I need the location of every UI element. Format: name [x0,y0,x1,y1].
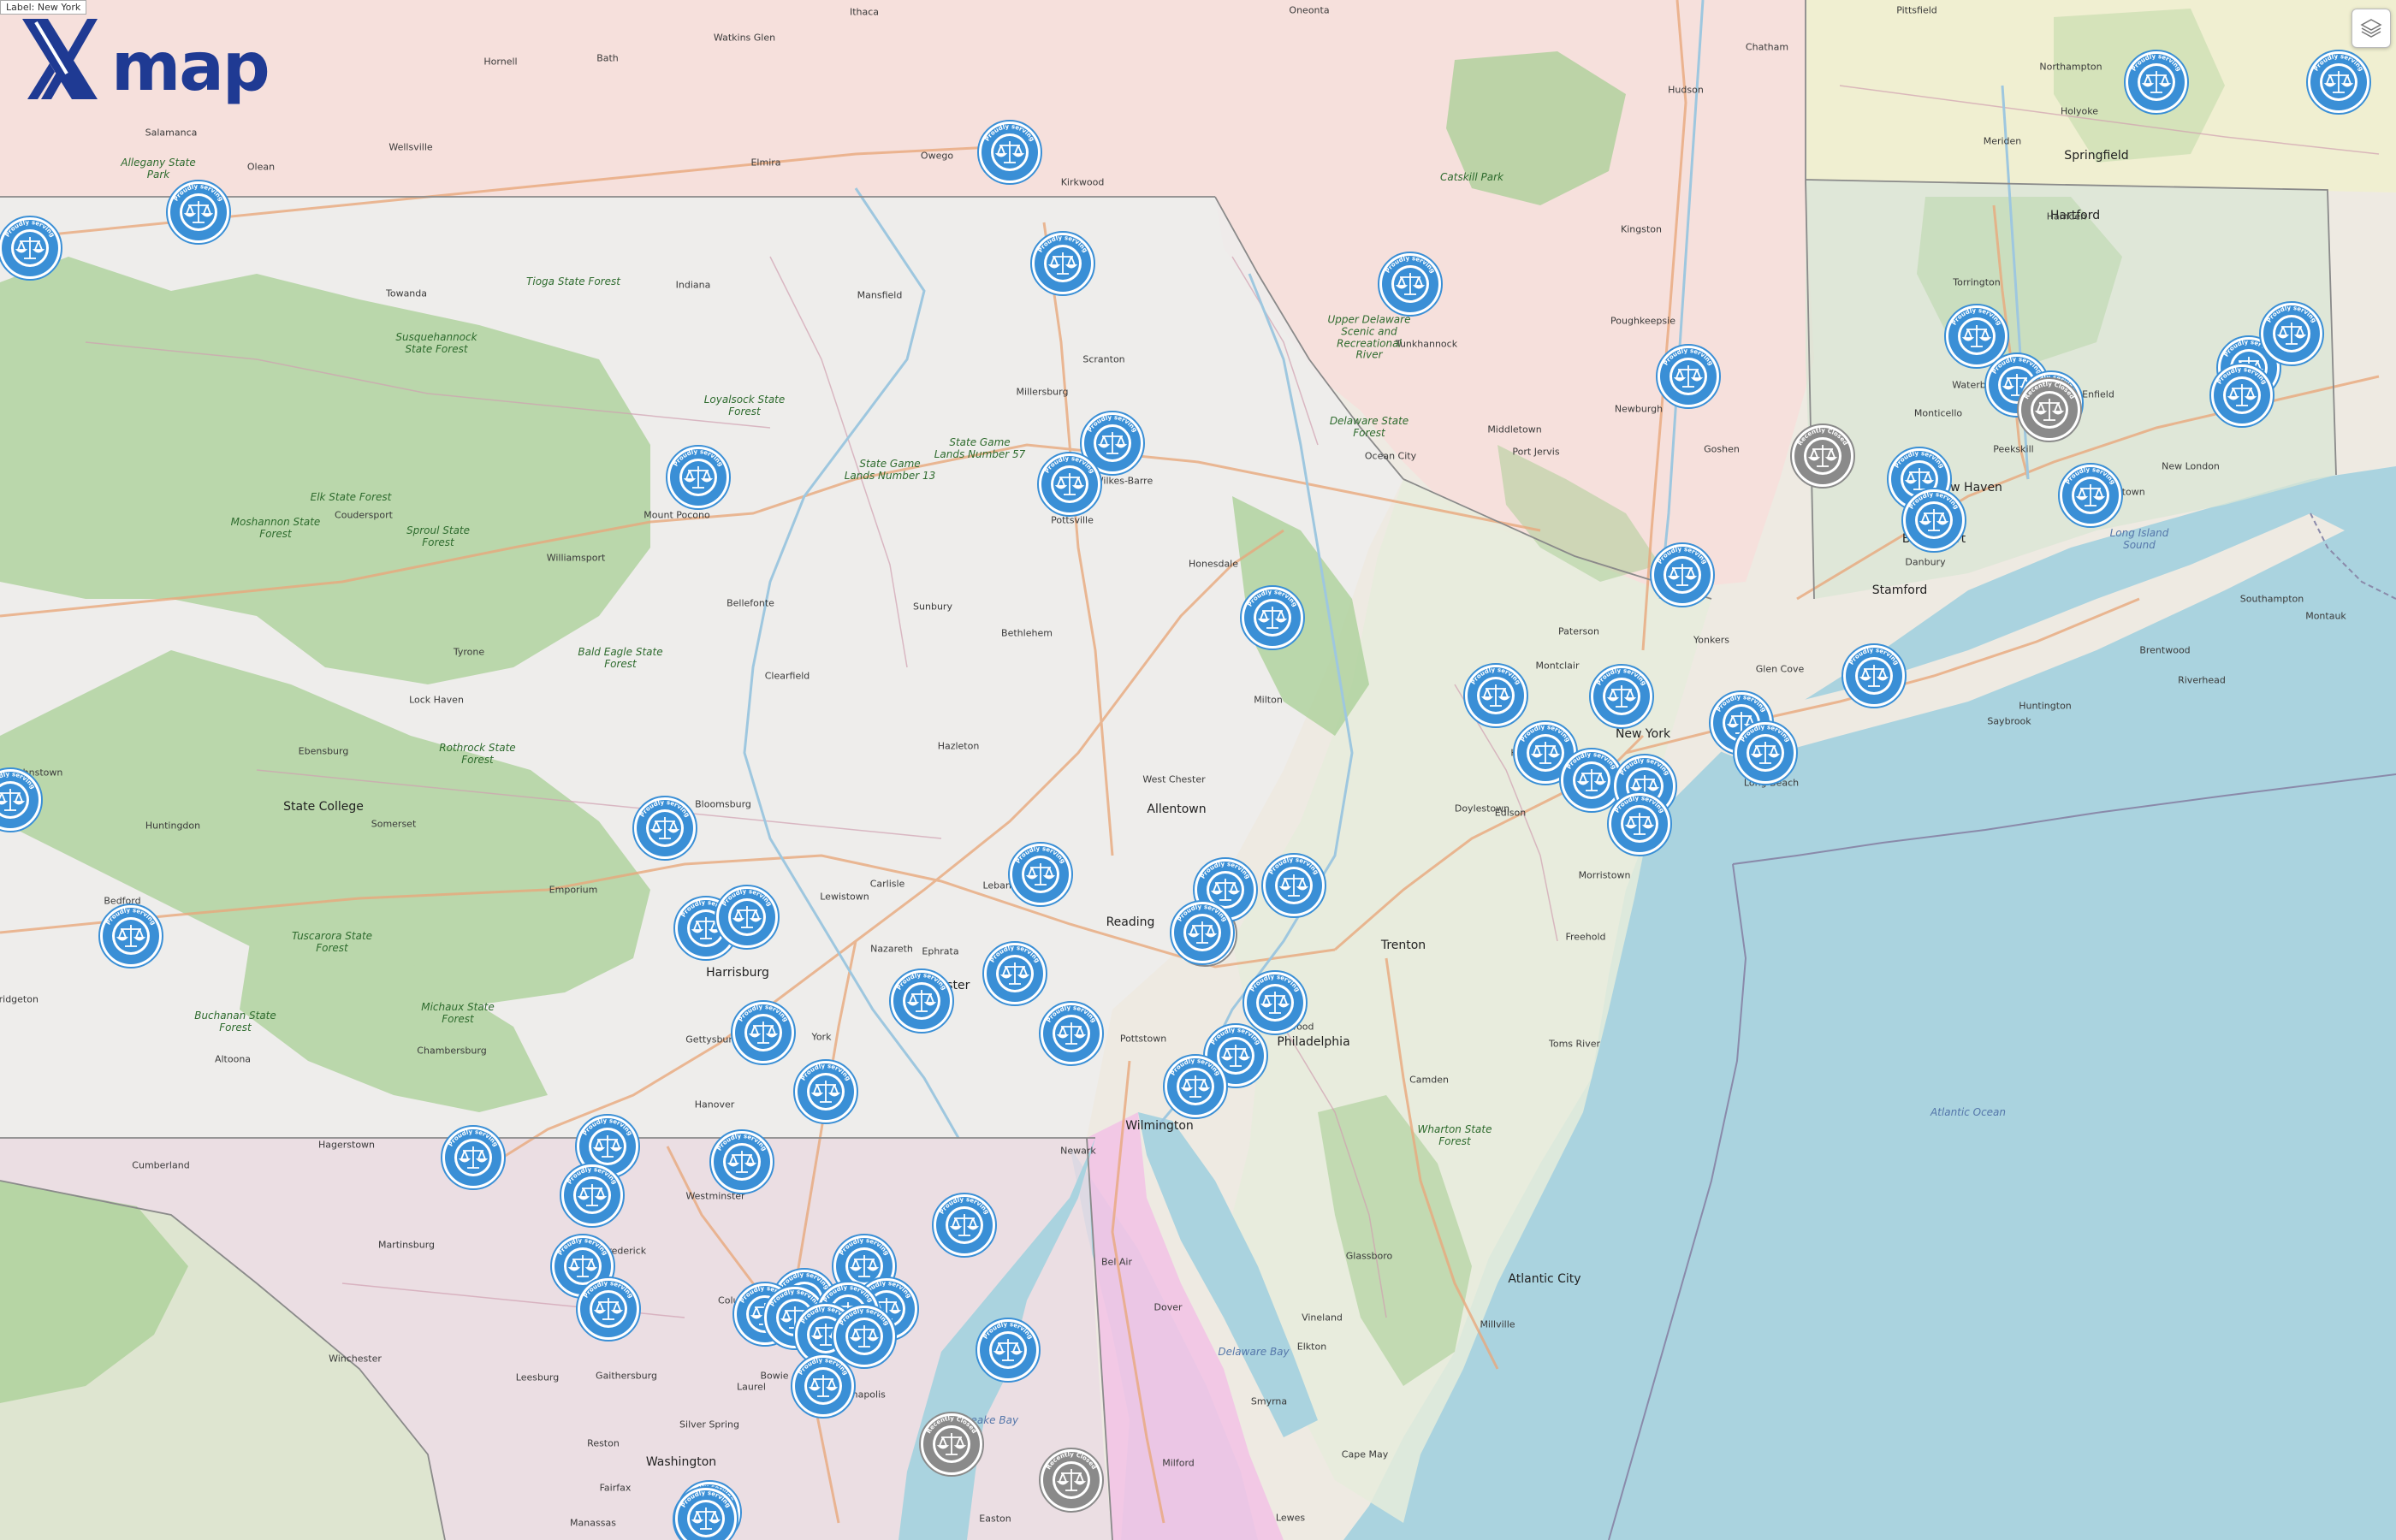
active-location-marker[interactable]: Proudly serving [1162,1053,1229,1120]
active-location-marker[interactable]: Proudly serving [1038,1000,1105,1067]
active-location-marker[interactable]: Proudly serving [982,940,1048,1007]
brand-logo-text: map [111,29,270,106]
active-location-marker[interactable]: Proudly serving [575,1276,642,1342]
active-location-marker[interactable]: Proudly serving [976,119,1043,186]
active-location-marker[interactable]: Proudly serving [792,1058,859,1125]
scales-of-justice-icon: Proudly serving [731,1000,796,1065]
active-location-marker[interactable]: Proudly serving [98,903,164,969]
closed-location-marker[interactable]: Recently Closed [918,1411,985,1478]
map-base-layer [0,0,2396,1540]
active-location-marker[interactable]: Proudly serving [1260,852,1327,919]
scales-of-justice-icon: Proudly serving [709,1129,774,1194]
closed-location-marker[interactable]: Recently Closed [2016,376,2083,443]
scales-of-justice-icon: Proudly serving [1170,900,1235,965]
active-location-marker[interactable]: Proudly serving [1239,584,1306,651]
scales-of-justice-icon: Proudly serving [977,120,1042,185]
scales-of-justice-icon: Proudly serving [976,1318,1041,1383]
scales-of-justice-icon: Proudly serving [889,968,954,1034]
scales-of-justice-icon: Proudly serving [1589,664,1654,729]
scales-of-justice-icon: Proudly serving [576,1276,641,1342]
scales-of-justice-icon: Proudly serving [2209,363,2274,428]
map-canvas[interactable]: Ithaca Oneonta Pittsfield Hornell Bath Watkin… [0,0,2396,1540]
active-location-marker[interactable]: Proudly serving [1377,251,1444,317]
scales-of-justice-icon: Proudly serving [793,1059,858,1124]
active-location-marker[interactable]: Proudly serving [1036,451,1103,518]
x-logo-icon [22,19,98,99]
active-location-marker[interactable]: Proudly serving [0,767,44,833]
scales-of-justice-icon: Proudly serving [560,1163,625,1228]
active-location-marker[interactable]: Proudly serving [1841,643,1907,709]
scales-of-justice-icon: Proudly serving [715,885,780,950]
active-location-marker[interactable]: Proudly serving [2305,49,2372,116]
layers-icon [2360,19,2382,38]
active-location-marker[interactable]: Proudly serving [0,215,63,281]
active-location-marker[interactable]: Proudly serving [931,1192,998,1259]
scales-of-justice-icon: Proudly serving [1039,1001,1104,1066]
scales-of-justice-icon: Proudly serving [1841,643,1907,708]
active-location-marker[interactable]: Proudly serving [673,1485,739,1540]
scales-of-justice-icon: Proudly serving [1030,231,1095,296]
active-location-marker[interactable]: Proudly serving [1732,720,1799,786]
active-location-marker[interactable]: Proudly serving [730,999,797,1066]
active-location-marker[interactable]: Proudly serving [2123,49,2190,116]
active-location-marker[interactable]: Proudly serving [1007,841,1074,908]
active-location-marker[interactable]: Proudly serving [714,884,780,951]
scales-of-justice-icon: Proudly serving [982,941,1047,1006]
active-location-marker[interactable]: Proudly serving [1655,343,1722,410]
scales-of-justice-icon: Proudly serving [98,903,163,968]
scales-of-justice-icon: Proudly serving [666,445,731,510]
active-location-marker[interactable]: Proudly serving [2057,462,2124,529]
scales-of-justice-icon: Proudly serving [2058,463,2123,528]
brand-logo[interactable]: map [15,14,270,108]
active-location-marker[interactable]: Proudly serving [1606,791,1673,857]
scales-of-justice-icon: Proudly serving [0,767,43,832]
scales-of-justice-icon: Proudly serving [1008,842,1073,907]
scales-of-justice-icon: Proudly serving [2259,301,2324,366]
scales-of-justice-icon: Recently Closed [1790,424,1855,489]
scales-of-justice-icon: Recently Closed [2017,377,2082,442]
scales-of-justice-icon: Proudly serving [1650,542,1715,607]
scales-of-justice-icon: Proudly serving [2124,50,2189,115]
active-location-marker[interactable]: Proudly serving [790,1353,857,1419]
active-location-marker[interactable]: Proudly serving [165,179,232,246]
scales-of-justice-icon: Proudly serving [441,1125,506,1190]
scales-of-justice-icon: Recently Closed [919,1412,984,1477]
hover-tooltip: Label: New York [0,0,87,15]
active-location-marker[interactable]: Proudly serving [440,1124,507,1191]
scales-of-justice-icon: Proudly serving [791,1353,856,1419]
closed-location-marker[interactable]: Recently Closed [1789,423,1856,489]
closed-location-marker[interactable]: Recently Closed [1038,1447,1105,1513]
active-location-marker[interactable]: Proudly serving [559,1162,626,1229]
active-location-marker[interactable]: Proudly serving [709,1128,775,1195]
active-location-marker[interactable]: Proudly serving [665,444,732,511]
scales-of-justice-icon: Proudly serving [0,216,62,281]
active-location-marker[interactable]: Proudly serving [1649,542,1716,608]
active-location-marker[interactable]: Proudly serving [1588,663,1655,730]
scales-of-justice-icon: Proudly serving [1378,252,1443,317]
scales-of-justice-icon: Proudly serving [1261,853,1326,918]
scales-of-justice-icon: Proudly serving [1901,488,1966,553]
active-location-marker[interactable]: Proudly serving [888,968,955,1034]
active-location-marker[interactable]: Proudly serving [2258,300,2325,367]
active-location-marker[interactable]: Proudly serving [632,795,698,862]
active-location-marker[interactable]: Proudly serving [1169,899,1236,966]
scales-of-justice-icon: Proudly serving [632,796,697,861]
scales-of-justice-icon: Proudly serving [1037,452,1102,517]
scales-of-justice-icon: Recently Closed [1039,1448,1104,1513]
scales-of-justice-icon: Proudly serving [673,1486,738,1540]
scales-of-justice-icon: Proudly serving [1607,791,1672,856]
layers-control-button[interactable] [2352,9,2391,48]
scales-of-justice-icon: Proudly serving [1733,720,1798,785]
active-location-marker[interactable]: Proudly serving [975,1317,1041,1383]
active-location-marker[interactable]: Proudly serving [1029,230,1096,297]
scales-of-justice-icon: Proudly serving [1163,1054,1228,1119]
active-location-marker[interactable]: Proudly serving [1901,487,1967,554]
scales-of-justice-icon: Proudly serving [166,180,231,245]
active-location-marker[interactable]: Proudly serving [2209,362,2275,429]
scales-of-justice-icon: Proudly serving [2306,50,2371,115]
scales-of-justice-icon: Proudly serving [932,1193,997,1258]
scales-of-justice-icon: Proudly serving [1240,585,1305,650]
scales-of-justice-icon: Proudly serving [1656,344,1721,409]
